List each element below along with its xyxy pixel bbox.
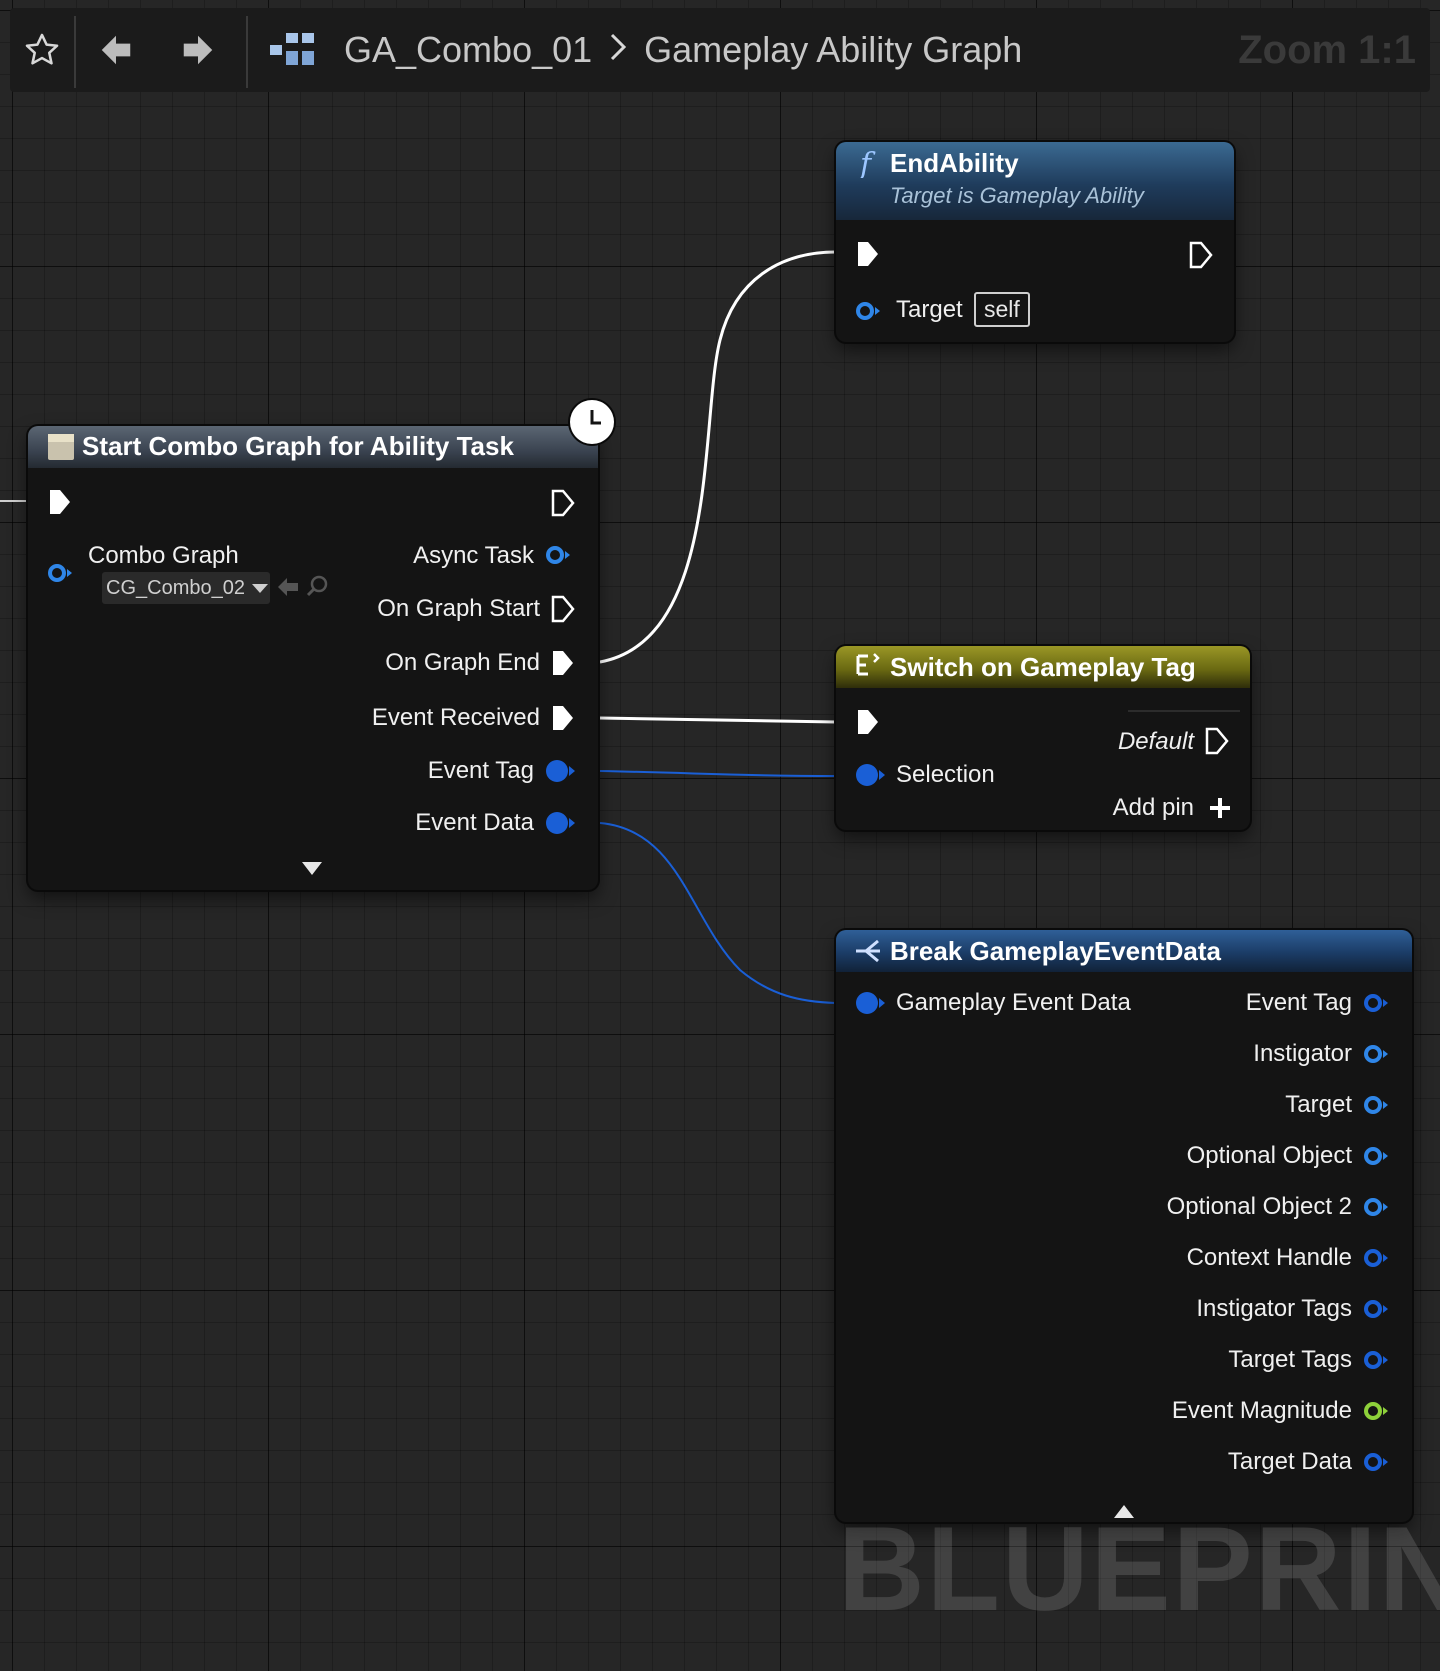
switch-on-gameplay-tag-node[interactable]: Switch on Gameplay Tag Default Selection… — [836, 646, 1250, 830]
gameplay-event-data-input-label: Gameplay Event Data — [896, 989, 1131, 1016]
break-gameplay-event-data-node[interactable]: Break GameplayEventData Gameplay Event D… — [836, 930, 1412, 1522]
output-label: Optional Object — [1186, 1142, 1352, 1169]
output-event-magnitude-pin[interactable] — [1364, 1402, 1388, 1420]
output-on-graph-end-pin[interactable] — [550, 648, 576, 678]
node-title: EndAbility — [890, 148, 1019, 178]
output-optional-object-2-pin[interactable] — [1364, 1198, 1388, 1216]
output-on-graph-end-label: On Graph End — [385, 649, 540, 676]
output-instigator-pin[interactable] — [1364, 1045, 1388, 1063]
node-title: Switch on Gameplay Tag — [890, 652, 1196, 682]
output-label: Target — [1285, 1091, 1352, 1118]
exec-in-pin[interactable] — [856, 240, 880, 268]
node-header[interactable]: Switch on Gameplay Tag — [836, 646, 1250, 688]
output-context-handle-pin[interactable] — [1364, 1249, 1388, 1267]
breadcrumb-asset[interactable]: GA_Combo_01 — [344, 29, 592, 71]
toolbar-divider — [246, 16, 248, 88]
output-event-data-pin[interactable] — [546, 812, 575, 834]
break-struct-icon — [856, 939, 880, 963]
output-label: Event Magnitude — [1171, 1397, 1352, 1424]
breadcrumb-graph[interactable]: Gameplay Ability Graph — [644, 29, 1022, 71]
output-event-tag-pin[interactable] — [1364, 994, 1388, 1012]
output-event-data-label: Event Data — [415, 809, 534, 836]
output-label: Target Data — [1227, 1448, 1352, 1475]
task-icon — [48, 434, 74, 460]
exec-in-pin[interactable] — [856, 708, 880, 736]
output-label: Instigator Tags — [1196, 1295, 1352, 1322]
output-async-task-pin[interactable] — [546, 546, 570, 564]
chevron-down-icon — [251, 584, 268, 593]
output-label: Instigator — [1253, 1040, 1352, 1067]
node-header[interactable]: Start Combo Graph for Ability Task — [28, 426, 598, 468]
divider — [1128, 710, 1240, 712]
output-on-graph-start-pin[interactable] — [550, 594, 576, 624]
graph-toolbar: GA_Combo_01 Gameplay Ability Graph Zoom … — [10, 8, 1430, 92]
forward-arrow-icon[interactable] — [172, 24, 224, 76]
output-event-received-label: Event Received — [371, 704, 540, 731]
toolbar-divider — [74, 16, 76, 88]
output-target-tags-pin[interactable] — [1364, 1351, 1388, 1369]
exec-out-pin[interactable] — [1188, 240, 1214, 270]
output-event-tag-label: Event Tag — [427, 757, 534, 784]
output-async-task-label: Async Task — [413, 542, 534, 569]
output-target-pin[interactable] — [1364, 1096, 1388, 1114]
node-header[interactable]: Break GameplayEventData — [836, 930, 1412, 972]
breadcrumb: GA_Combo_01 Gameplay Ability Graph — [344, 26, 1022, 74]
target-label: Target — [896, 296, 963, 323]
wire-graph-end-to-end-ability[interactable] — [599, 250, 837, 664]
output-label: Target Tags — [1228, 1346, 1352, 1373]
output-instigator-tags-pin[interactable] — [1364, 1300, 1388, 1318]
chevron-right-icon — [608, 29, 628, 71]
exec-out-pin[interactable] — [550, 488, 576, 518]
end-ability-node[interactable]: f EndAbility Target is Gameplay Ability … — [836, 142, 1234, 342]
star-icon[interactable] — [16, 24, 68, 76]
back-arrow-icon[interactable] — [90, 24, 142, 76]
wire-event-data-to-break[interactable] — [599, 822, 837, 1004]
selection-label: Selection — [896, 761, 995, 788]
node-title: Start Combo Graph for Ability Task — [82, 431, 514, 461]
exec-in-pin[interactable] — [48, 488, 72, 516]
output-label: Context Handle — [1186, 1244, 1352, 1271]
target-pin[interactable] — [856, 302, 880, 320]
blueprint-watermark: BLUEPRINT — [838, 1502, 1440, 1636]
wire-event-tag-to-selection[interactable] — [599, 770, 837, 777]
zoom-label: Zoom 1:1 — [1238, 28, 1416, 72]
latent-clock-icon — [570, 400, 614, 444]
node-header[interactable]: f EndAbility Target is Gameplay Ability — [836, 142, 1234, 220]
combo-graph-label: Combo Graph — [88, 542, 239, 569]
selection-pin[interactable] — [856, 764, 885, 786]
gameplay-event-data-input-pin[interactable] — [856, 992, 885, 1014]
output-target-data-pin[interactable] — [1364, 1453, 1388, 1471]
output-label: Optional Object 2 — [1166, 1193, 1352, 1220]
browse-search-icon[interactable] — [306, 574, 330, 598]
output-on-graph-start-label: On Graph Start — [377, 595, 540, 622]
add-pin-label[interactable]: Add pin — [1113, 794, 1194, 822]
combo-graph-value: CG_Combo_02 — [106, 576, 245, 599]
add-pin-plus-icon[interactable] — [1208, 796, 1232, 820]
target-value-box[interactable]: self — [974, 292, 1030, 327]
start-combo-graph-node[interactable]: Start Combo Graph for Ability Task Combo… — [28, 400, 614, 890]
graph-hierarchy-icon — [266, 24, 318, 76]
node-subtitle: Target is Gameplay Ability — [890, 183, 1144, 208]
function-icon: f — [858, 148, 876, 178]
combo-graph-pin[interactable] — [48, 564, 72, 582]
output-event-tag-pin[interactable] — [546, 760, 575, 782]
svg-text:f: f — [858, 148, 876, 178]
expand-arrow-icon[interactable] — [300, 860, 324, 876]
switch-icon — [856, 653, 880, 676]
combo-graph-dropdown[interactable]: CG_Combo_02 — [102, 572, 270, 604]
default-exec-pin[interactable] — [1204, 726, 1230, 756]
output-optional-object-pin[interactable] — [1364, 1147, 1388, 1165]
use-selected-arrow-icon[interactable] — [276, 576, 300, 598]
default-label: Default — [1117, 728, 1194, 755]
wire-event-received-to-switch[interactable] — [599, 716, 837, 724]
output-label: Event Tag — [1245, 989, 1352, 1016]
node-title: Break GameplayEventData — [890, 936, 1221, 966]
output-event-received-pin[interactable] — [550, 703, 576, 733]
